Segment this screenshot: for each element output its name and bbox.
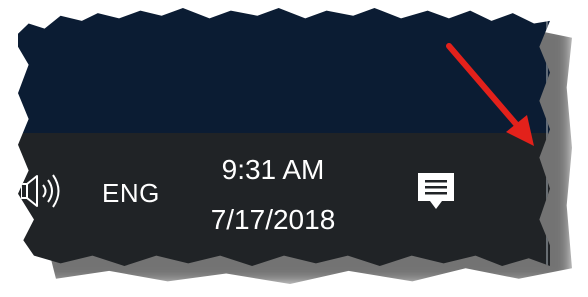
action-center-icon [418,173,454,209]
volume-button[interactable] [21,171,71,211]
screenshot-frame: ENG 9:31 AM 7/17/2018 [0,0,588,297]
clock-date: 7/17/2018 [210,204,336,235]
clock-button[interactable]: 9:31 AM 7/17/2018 [188,145,358,245]
clock-time: 9:31 AM [221,154,325,185]
desktop-background [18,8,550,133]
input-language-button[interactable]: ENG [102,178,160,209]
screen-capture: ENG 9:31 AM 7/17/2018 [18,8,550,266]
action-center-button[interactable] [416,171,456,215]
speaker-volume-icon [21,174,60,208]
taskbar: ENG 9:31 AM 7/17/2018 [18,133,550,266]
